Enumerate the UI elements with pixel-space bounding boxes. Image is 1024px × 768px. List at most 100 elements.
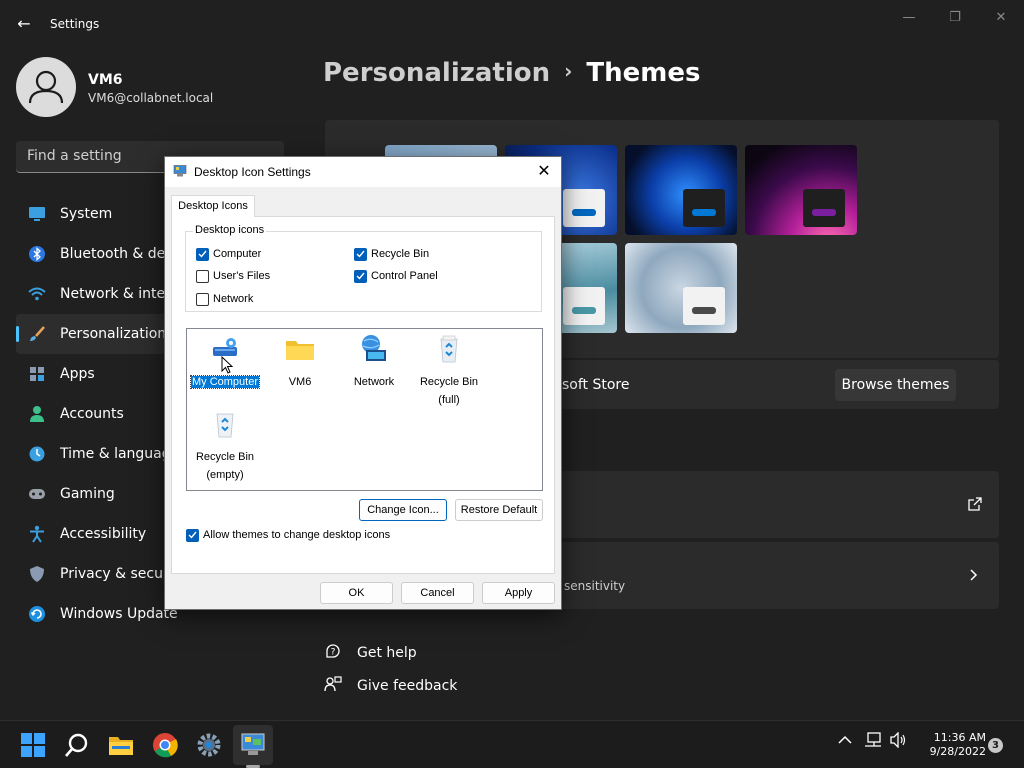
checkbox-box[interactable] xyxy=(186,528,199,542)
clock-time: 11:36 AM xyxy=(933,731,986,744)
network-status-icon[interactable] xyxy=(864,732,882,752)
cancel-button[interactable]: Cancel xyxy=(401,582,474,604)
change-icon-button[interactable]: Change Icon... xyxy=(359,499,447,521)
dialog-close-button[interactable]: ✕ xyxy=(533,161,555,183)
checkmark-icon xyxy=(198,250,207,258)
brush-icon xyxy=(28,325,46,343)
checkbox-allow-themes[interactable]: Allow themes to change desktop icons xyxy=(186,528,390,542)
checkbox-computer[interactable]: Computer xyxy=(196,247,261,261)
bluetooth-icon xyxy=(28,245,46,263)
sidebar-item-label: Windows Update xyxy=(60,606,178,622)
settings-gear-icon[interactable] xyxy=(195,731,223,759)
file-explorer-icon[interactable] xyxy=(107,731,135,759)
sidebar-item-label: Accessibility xyxy=(60,526,147,542)
checkmark-icon xyxy=(188,531,197,539)
list-item-network[interactable]: Network xyxy=(338,333,410,390)
give-feedback-link[interactable]: Give feedback xyxy=(323,675,457,697)
checkbox-box[interactable] xyxy=(196,292,209,306)
dialog-title-bar[interactable]: Desktop Icon Settings ✕ xyxy=(165,157,561,187)
desktop-icon-settings-dialog: Desktop Icon Settings ✕ Desktop Icons De… xyxy=(164,156,562,610)
help-icon: ? xyxy=(323,642,343,664)
display-settings-icon xyxy=(173,165,187,177)
user-email: VM6@collabnet.local xyxy=(88,91,214,105)
breadcrumb-parent[interactable]: Personalization xyxy=(323,58,550,88)
list-item-recycle-bin-full[interactable]: Recycle Bin (full) xyxy=(413,333,485,408)
give-feedback-label: Give feedback xyxy=(357,678,458,694)
minimize-button[interactable]: — xyxy=(897,8,921,28)
browse-themes-button[interactable]: Browse themes xyxy=(835,369,956,401)
chevron-up-icon[interactable] xyxy=(838,734,852,749)
icon-label: (full) xyxy=(438,394,460,406)
checkbox-users-files[interactable]: User's Files xyxy=(196,269,270,283)
sidebar-item-label: Personalization xyxy=(60,326,167,342)
apply-button[interactable]: Apply xyxy=(482,582,555,604)
person-icon xyxy=(28,405,46,423)
sidebar-item-label: System xyxy=(60,206,113,222)
person-icon xyxy=(28,70,64,104)
mouse-cursor-icon xyxy=(221,356,233,374)
sidebar-item-label: Gaming xyxy=(60,486,115,502)
network-icon xyxy=(362,335,386,361)
checkbox-label: User's Files xyxy=(213,270,271,282)
theme-thumbnail[interactable] xyxy=(745,145,857,235)
volume-icon[interactable] xyxy=(889,731,907,752)
checkbox-box[interactable] xyxy=(354,247,367,261)
checkbox-control-panel[interactable]: Control Panel xyxy=(354,269,438,283)
taskbar: 11:36 AM 9/28/2022 3 xyxy=(0,720,1024,768)
sidebar-item-label: Accounts xyxy=(60,406,124,422)
desktop-icons-group: Desktop icons Computer Recycle Bin User'… xyxy=(185,224,542,312)
shield-icon xyxy=(28,565,46,583)
checkbox-network[interactable]: Network xyxy=(196,292,253,306)
checkbox-recycle-bin[interactable]: Recycle Bin xyxy=(354,247,429,261)
notification-badge[interactable]: 3 xyxy=(988,738,1003,753)
close-button[interactable]: ✕ xyxy=(989,8,1013,28)
folder-icon xyxy=(286,341,314,360)
svg-text:?: ? xyxy=(331,648,336,658)
group-label: Desktop icons xyxy=(193,224,267,236)
icon-label: Recycle Bin xyxy=(419,376,479,388)
chevron-right-icon xyxy=(970,569,978,581)
update-icon xyxy=(28,605,46,623)
theme-thumbnail[interactable] xyxy=(625,145,737,235)
icon-label: Recycle Bin xyxy=(195,451,255,463)
ok-button[interactable]: OK xyxy=(320,582,393,604)
title-bar: ← Settings — ❐ ✕ xyxy=(0,0,1024,48)
checkbox-box[interactable] xyxy=(354,269,367,283)
get-help-label: Get help xyxy=(357,645,417,661)
search-icon[interactable] xyxy=(63,731,91,759)
maximize-button[interactable]: ❐ xyxy=(943,8,967,28)
checkbox-label: Allow themes to change desktop icons xyxy=(203,529,391,541)
gamepad-icon xyxy=(28,485,46,503)
sidebar-item-label: Apps xyxy=(60,366,95,382)
chrome-icon[interactable] xyxy=(151,731,179,759)
breadcrumb-current: Themes xyxy=(586,58,701,88)
back-button[interactable]: ← xyxy=(14,14,34,34)
restore-default-button[interactable]: Restore Default xyxy=(455,499,543,521)
list-item-recycle-bin-empty[interactable]: Recycle Bin (empty) xyxy=(189,408,261,483)
display-settings-icon xyxy=(241,733,265,755)
list-item-user-folder[interactable]: VM6 xyxy=(264,333,336,390)
checkbox-label: Computer xyxy=(213,248,262,260)
sidebar-item-label: Time & language xyxy=(60,446,180,462)
checkbox-label: Control Panel xyxy=(371,270,438,282)
checkmark-icon xyxy=(356,250,365,258)
windows-start-icon[interactable] xyxy=(19,731,47,759)
checkmark-icon xyxy=(356,272,365,280)
get-help-link[interactable]: ? Get help xyxy=(323,642,417,664)
taskbar-active-app[interactable] xyxy=(233,725,273,765)
checkbox-box[interactable] xyxy=(196,269,209,283)
tab-desktop-icons[interactable]: Desktop Icons xyxy=(171,195,255,217)
clock[interactable]: 11:36 AM 9/28/2022 xyxy=(912,731,986,759)
icon-label: VM6 xyxy=(288,376,312,388)
accessibility-icon xyxy=(28,525,46,543)
icon-label: My Computer xyxy=(189,375,261,389)
desktop-icon-list[interactable]: My Computer VM6 Network Recycle Bin (ful… xyxy=(186,328,543,491)
clock-date: 9/28/2022 xyxy=(929,745,986,758)
checkbox-box[interactable] xyxy=(196,247,209,261)
monitor-icon xyxy=(28,205,46,223)
breadcrumb-separator: › xyxy=(564,59,573,83)
theme-thumbnail[interactable] xyxy=(625,243,737,333)
row-description: sensitivity xyxy=(564,579,626,593)
avatar[interactable] xyxy=(16,57,76,117)
external-link-icon xyxy=(968,497,982,511)
